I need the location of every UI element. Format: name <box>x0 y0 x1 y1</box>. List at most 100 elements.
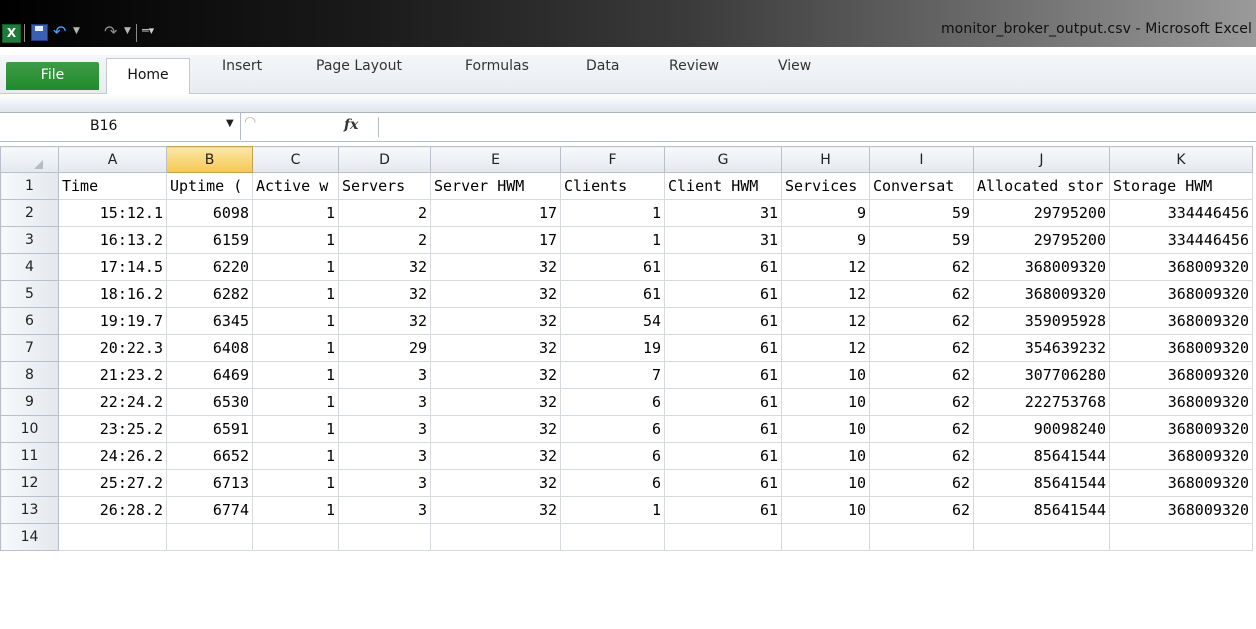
tab-insert[interactable]: Insert <box>222 58 262 88</box>
tab-home[interactable]: Home <box>106 58 190 95</box>
cell-e3[interactable]: 17 <box>430 226 561 254</box>
cell-g8[interactable]: 61 <box>664 361 782 389</box>
row-header[interactable]: 14 <box>0 523 59 551</box>
tab-view[interactable]: View <box>778 58 811 88</box>
cell-h11[interactable]: 10 <box>781 442 870 470</box>
cell-i8[interactable]: 62 <box>869 361 974 389</box>
cell-g14[interactable] <box>664 523 782 551</box>
cell-a9[interactable]: 22:24.2 <box>58 388 167 416</box>
cell-g3[interactable]: 31 <box>664 226 782 254</box>
cell-j7[interactable]: 354639232 <box>973 334 1110 362</box>
cell-g12[interactable]: 61 <box>664 469 782 497</box>
cell-b4[interactable]: 6220 <box>166 253 253 281</box>
cell-d6[interactable]: 32 <box>338 307 431 335</box>
cell-b12[interactable]: 6713 <box>166 469 253 497</box>
cell-d8[interactable]: 3 <box>338 361 431 389</box>
cell-a2[interactable]: 15:12.1 <box>58 199 167 227</box>
cell-k7[interactable]: 368009320 <box>1109 334 1253 362</box>
cell-e14[interactable] <box>430 523 561 551</box>
row-header[interactable]: 10 <box>0 415 59 443</box>
cell-h6[interactable]: 12 <box>781 307 870 335</box>
redo-dropdown-icon[interactable]: ▼ <box>124 26 131 36</box>
cell-k8[interactable]: 368009320 <box>1109 361 1253 389</box>
cell-h3[interactable]: 9 <box>781 226 870 254</box>
cell-j13[interactable]: 85641544 <box>973 496 1110 524</box>
cell-i11[interactable]: 62 <box>869 442 974 470</box>
cell-c8[interactable]: 1 <box>252 361 339 389</box>
row-header[interactable]: 8 <box>0 361 59 389</box>
cell-f10[interactable]: 6 <box>560 415 665 443</box>
cell-c7[interactable]: 1 <box>252 334 339 362</box>
cell-i7[interactable]: 62 <box>869 334 974 362</box>
cell-a10[interactable]: 23:25.2 <box>58 415 167 443</box>
cell-a1[interactable]: Time <box>58 172 167 200</box>
cell-c14[interactable] <box>252 523 339 551</box>
cell-d7[interactable]: 29 <box>338 334 431 362</box>
cell-h4[interactable]: 12 <box>781 253 870 281</box>
insert-function-icon[interactable]: fx <box>344 117 358 133</box>
cell-h7[interactable]: 12 <box>781 334 870 362</box>
cell-g6[interactable]: 61 <box>664 307 782 335</box>
cell-e12[interactable]: 32 <box>430 469 561 497</box>
cell-a8[interactable]: 21:23.2 <box>58 361 167 389</box>
cell-a12[interactable]: 25:27.2 <box>58 469 167 497</box>
cell-j10[interactable]: 90098240 <box>973 415 1110 443</box>
cell-d1[interactable]: Servers <box>338 172 431 200</box>
cell-e5[interactable]: 32 <box>430 280 561 308</box>
cell-e7[interactable]: 32 <box>430 334 561 362</box>
tab-review[interactable]: Review <box>669 58 719 88</box>
cell-f11[interactable]: 6 <box>560 442 665 470</box>
cell-a13[interactable]: 26:28.2 <box>58 496 167 524</box>
column-header-h[interactable]: H <box>781 146 870 173</box>
column-header-e[interactable]: E <box>430 146 561 173</box>
cell-d9[interactable]: 3 <box>338 388 431 416</box>
cell-b11[interactable]: 6652 <box>166 442 253 470</box>
tab-page-layout[interactable]: Page Layout <box>316 58 402 88</box>
cell-h13[interactable]: 10 <box>781 496 870 524</box>
cell-a7[interactable]: 20:22.3 <box>58 334 167 362</box>
cell-h8[interactable]: 10 <box>781 361 870 389</box>
cell-h10[interactable]: 10 <box>781 415 870 443</box>
cell-g10[interactable]: 61 <box>664 415 782 443</box>
cell-g5[interactable]: 61 <box>664 280 782 308</box>
cell-b8[interactable]: 6469 <box>166 361 253 389</box>
cell-k6[interactable]: 368009320 <box>1109 307 1253 335</box>
row-header[interactable]: 13 <box>0 496 59 524</box>
cell-i9[interactable]: 62 <box>869 388 974 416</box>
cell-c10[interactable]: 1 <box>252 415 339 443</box>
cell-c1[interactable]: Active w <box>252 172 339 200</box>
excel-logo-icon[interactable]: X <box>2 24 21 43</box>
cell-f5[interactable]: 61 <box>560 280 665 308</box>
undo-icon[interactable]: ↶ <box>53 22 66 41</box>
cell-d11[interactable]: 3 <box>338 442 431 470</box>
cell-g7[interactable]: 61 <box>664 334 782 362</box>
cell-j1[interactable]: Allocated stor <box>973 172 1110 200</box>
cell-h9[interactable]: 10 <box>781 388 870 416</box>
cell-g1[interactable]: Client HWM <box>664 172 782 200</box>
cell-h14[interactable] <box>781 523 870 551</box>
cell-j3[interactable]: 29795200 <box>973 226 1110 254</box>
cell-e2[interactable]: 17 <box>430 199 561 227</box>
cell-f14[interactable] <box>560 523 665 551</box>
cell-k13[interactable]: 368009320 <box>1109 496 1253 524</box>
cell-i1[interactable]: Conversat <box>869 172 974 200</box>
cell-b10[interactable]: 6591 <box>166 415 253 443</box>
cell-c2[interactable]: 1 <box>252 199 339 227</box>
cell-d10[interactable]: 3 <box>338 415 431 443</box>
customize-qat-icon[interactable]: ═▾ <box>142 24 154 37</box>
cell-b2[interactable]: 6098 <box>166 199 253 227</box>
cell-a6[interactable]: 19:19.7 <box>58 307 167 335</box>
cell-a11[interactable]: 24:26.2 <box>58 442 167 470</box>
cell-d3[interactable]: 2 <box>338 226 431 254</box>
cell-d13[interactable]: 3 <box>338 496 431 524</box>
cell-i6[interactable]: 62 <box>869 307 974 335</box>
formula-input[interactable] <box>384 115 1248 139</box>
name-box[interactable]: B16 ▼ <box>0 113 241 140</box>
cell-e13[interactable]: 32 <box>430 496 561 524</box>
cell-b5[interactable]: 6282 <box>166 280 253 308</box>
cell-h1[interactable]: Services <box>781 172 870 200</box>
cell-k10[interactable]: 368009320 <box>1109 415 1253 443</box>
cell-b1[interactable]: Uptime ( <box>166 172 253 200</box>
row-header[interactable]: 12 <box>0 469 59 497</box>
tab-formulas[interactable]: Formulas <box>465 58 529 88</box>
